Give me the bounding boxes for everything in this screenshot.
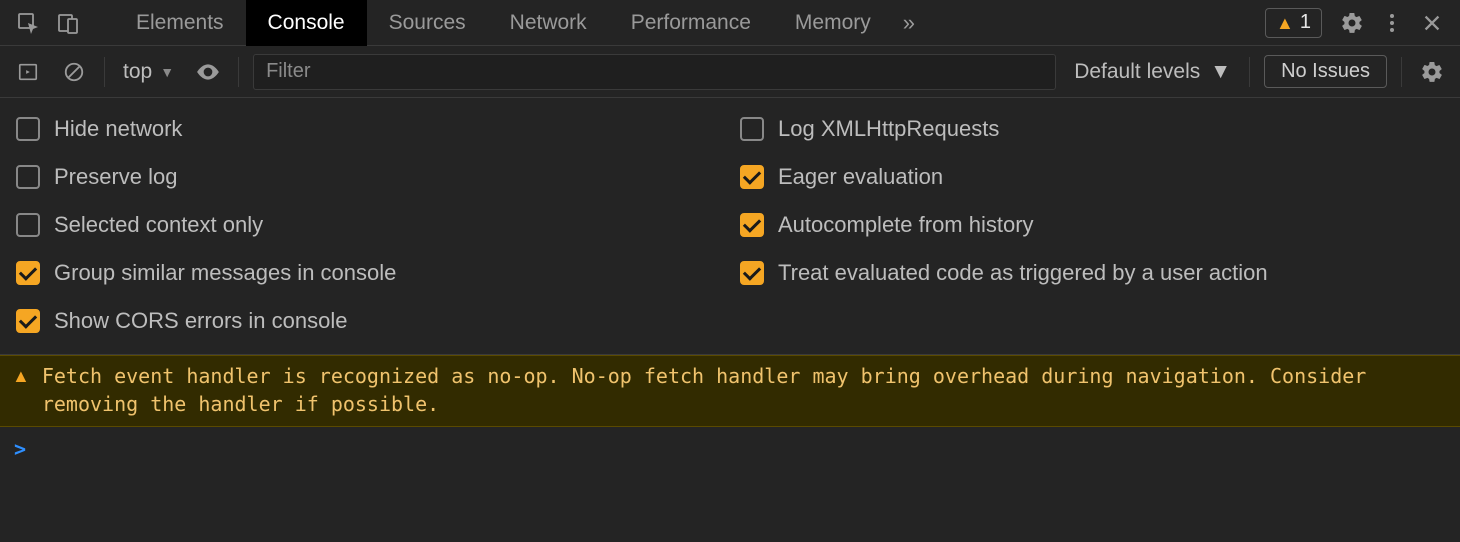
message-text: Fetch event handler is recognized as no-… <box>42 362 1448 418</box>
levels-label: Default levels <box>1074 60 1200 84</box>
live-expression-icon[interactable] <box>192 56 224 88</box>
toolbar-divider <box>1401 57 1402 87</box>
setting-preserve-log[interactable]: Preserve log <box>16 164 720 190</box>
checkbox[interactable] <box>16 261 40 285</box>
warning-triangle-icon: ▲ <box>12 362 30 390</box>
setting-cors-errors[interactable]: Show CORS errors in console <box>16 308 720 334</box>
console-prompt[interactable]: > <box>0 427 1460 471</box>
filter-input[interactable] <box>253 54 1056 90</box>
close-devtools-icon[interactable] <box>1412 0 1452 46</box>
more-tabs-icon[interactable]: » <box>893 10 925 36</box>
setting-label: Show CORS errors in console <box>54 308 347 334</box>
setting-log-xhr[interactable]: Log XMLHttpRequests <box>740 116 1444 142</box>
execution-context-select[interactable]: top ▼ <box>119 60 178 84</box>
setting-eager-eval[interactable]: Eager evaluation <box>740 164 1444 190</box>
checkbox[interactable] <box>740 117 764 141</box>
toolbar-divider <box>238 57 239 87</box>
issues-button[interactable]: No Issues <box>1264 55 1387 88</box>
console-settings-panel: Hide network Log XMLHttpRequests Preserv… <box>0 98 1460 355</box>
tab-elements[interactable]: Elements <box>114 0 246 46</box>
warning-count: 1 <box>1300 11 1311 34</box>
prompt-caret-icon: > <box>14 437 26 461</box>
inspect-element-icon[interactable] <box>8 0 48 46</box>
setting-label: Log XMLHttpRequests <box>778 116 999 142</box>
kebab-menu-icon[interactable] <box>1372 0 1412 46</box>
warning-count-badge[interactable]: ▲ 1 <box>1265 8 1322 38</box>
checkbox[interactable] <box>740 213 764 237</box>
chevron-down-icon: ▼ <box>160 64 174 80</box>
setting-autocomplete-history[interactable]: Autocomplete from history <box>740 212 1444 238</box>
devtools-tabstrip: Elements Console Sources Network Perform… <box>0 0 1460 46</box>
settings-gear-icon[interactable] <box>1332 0 1372 46</box>
setting-label: Autocomplete from history <box>778 212 1034 238</box>
setting-label: Eager evaluation <box>778 164 943 190</box>
checkbox[interactable] <box>740 165 764 189</box>
setting-label: Group similar messages in console <box>54 260 396 286</box>
console-message-warning[interactable]: ▲ Fetch event handler is recognized as n… <box>0 355 1460 427</box>
console-settings-gear-icon[interactable] <box>1416 56 1448 88</box>
tab-network[interactable]: Network <box>488 0 609 46</box>
tab-console[interactable]: Console <box>246 0 367 46</box>
toggle-sidebar-icon[interactable] <box>12 56 44 88</box>
checkbox[interactable] <box>16 309 40 333</box>
toolbar-divider <box>104 57 105 87</box>
tab-memory[interactable]: Memory <box>773 0 893 46</box>
warning-triangle-icon: ▲ <box>1276 14 1294 32</box>
clear-console-icon[interactable] <box>58 56 90 88</box>
chevron-down-icon: ▼ <box>1210 60 1231 84</box>
setting-user-activation[interactable]: Treat evaluated code as triggered by a u… <box>740 260 1444 286</box>
checkbox[interactable] <box>16 117 40 141</box>
tab-sources[interactable]: Sources <box>367 0 488 46</box>
setting-label: Hide network <box>54 116 182 142</box>
device-toggle-icon[interactable] <box>48 0 88 46</box>
setting-label: Preserve log <box>54 164 178 190</box>
checkbox[interactable] <box>16 165 40 189</box>
setting-hide-network[interactable]: Hide network <box>16 116 720 142</box>
setting-group-similar[interactable]: Group similar messages in console <box>16 260 720 286</box>
setting-label: Treat evaluated code as triggered by a u… <box>778 260 1268 286</box>
console-toolbar: top ▼ Default levels ▼ No Issues <box>0 46 1460 98</box>
toolbar-divider <box>1249 57 1250 87</box>
setting-selected-context[interactable]: Selected context only <box>16 212 720 238</box>
context-label: top <box>123 60 152 84</box>
checkbox[interactable] <box>16 213 40 237</box>
setting-label: Selected context only <box>54 212 263 238</box>
checkbox[interactable] <box>740 261 764 285</box>
log-levels-select[interactable]: Default levels ▼ <box>1070 60 1235 84</box>
tab-performance[interactable]: Performance <box>609 0 773 46</box>
